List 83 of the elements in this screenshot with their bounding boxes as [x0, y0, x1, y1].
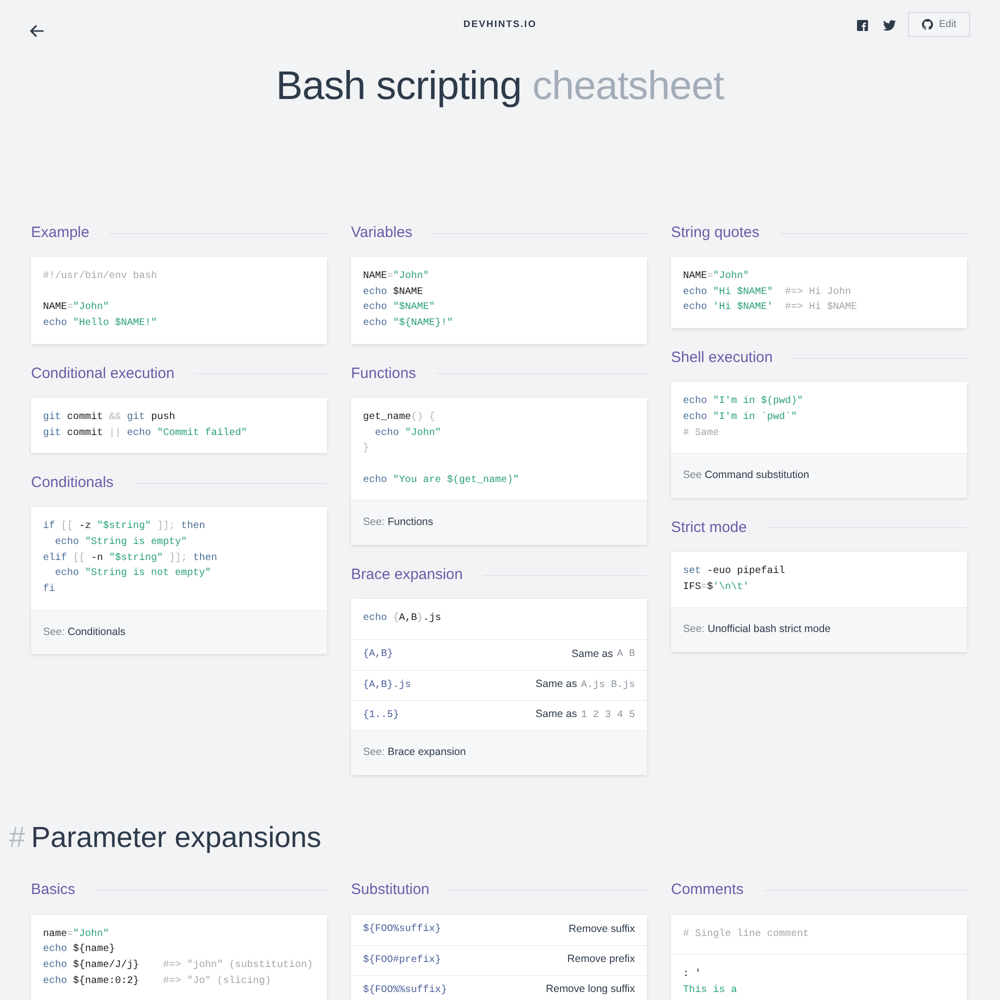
description-text: Remove long suffix [546, 982, 635, 998]
card-title: Example [31, 222, 90, 243]
card-title: Substitution [351, 880, 430, 900]
code-line: # Same [683, 426, 720, 441]
twitter-icon [883, 20, 896, 31]
code-snippet: ${FOO%suffix} [363, 922, 442, 938]
card-title: Shell execution [671, 348, 773, 368]
code-line: } [363, 442, 370, 456]
card-title: String quotes [671, 222, 760, 243]
description-text: Remove prefix [567, 952, 635, 968]
code-line: echo "$NAME" [363, 300, 436, 316]
code-line: echo "Hello $NAME!" [43, 316, 158, 332]
code-line: echo "${NAME}!" [363, 316, 454, 332]
code-line: # Single line comment [683, 928, 810, 942]
code-line: echo ${name:0:2} #=> "Jo" (slicing) [43, 974, 272, 989]
code-line: echo ${name/J/j} #=> "john" (substitution) [43, 958, 314, 973]
code-line: echo "I'm in $(pwd)" [683, 394, 804, 410]
edit-button[interactable]: Edit [908, 12, 970, 37]
code-snippet: {1..5} [363, 708, 400, 723]
code-line: echo "String is not empty" [54, 566, 212, 582]
page-title: Bash scripting [276, 64, 522, 108]
card-title: Conditionals [31, 472, 114, 493]
see-label: See: [683, 622, 705, 638]
code-line: git commit && git push [43, 410, 176, 425]
twitter-link[interactable] [883, 20, 896, 31]
code-snippet: {A,B} [363, 648, 394, 662]
code-line: This is a [683, 984, 738, 998]
card-title: Conditional execution [31, 364, 174, 384]
code-line: echo "You are $(get_name)" [363, 474, 520, 488]
github-icon [922, 19, 933, 30]
back-link[interactable] [29, 23, 46, 40]
code-line: echo "I'm in `pwd`" [683, 410, 798, 425]
see-label: See: [363, 515, 385, 530]
code-line: : ' [683, 968, 702, 982]
page-subtitle: cheatsheet [532, 64, 724, 108]
code-line: echo "John" [374, 426, 442, 441]
code-snippet: ${FOO%%suffix} [363, 984, 448, 998]
card-title: Basics [31, 880, 76, 900]
code-line: IFS=$'\n\t' [683, 580, 750, 595]
code-line: echo {A,B}.js [363, 612, 442, 626]
description-text: Same as [572, 646, 613, 662]
site-logo[interactable]: DEVHINTS.IO [463, 18, 537, 32]
code-line: echo ${name} [43, 942, 116, 958]
code-line: name="John" [43, 928, 110, 942]
see-label: See: [363, 744, 385, 760]
reference-link[interactable]: Conditionals [68, 624, 126, 640]
reference-link[interactable]: Brace expansion [388, 744, 466, 761]
section-heading: Parameter expansions [31, 820, 322, 856]
code-line: if [[ -z "$string" ]]; then [43, 520, 206, 534]
code-snippet: 1 2 3 4 5 [580, 708, 635, 723]
code-snippet: A B [616, 648, 635, 662]
code-line: NAME="John" [683, 270, 750, 284]
code-line: NAME="John" [363, 270, 430, 284]
code-snippet: A.js B.js [580, 678, 635, 693]
see-label: See [683, 468, 702, 484]
card-title: Strict mode [671, 518, 747, 538]
facebook-icon [857, 20, 868, 31]
code-line: NAME="John" [43, 300, 110, 316]
card-title: Comments [671, 880, 744, 900]
code-line: set -euo pipefail [683, 564, 786, 579]
card-title: Brace expansion [351, 564, 463, 585]
facebook-link[interactable] [857, 20, 868, 31]
code-line: echo "String is empty" [54, 536, 188, 550]
description-text: Remove suffix [568, 922, 635, 937]
code-line: echo $NAME [363, 286, 424, 300]
description-text: Same as [536, 677, 577, 692]
code-line: get_name() { [363, 410, 436, 425]
code-snippet: {A,B}.js [363, 678, 412, 693]
code-line: fi [43, 582, 56, 598]
description-text: Same as [536, 707, 577, 722]
reference-link[interactable]: Functions [388, 515, 434, 532]
reference-link[interactable]: Unofficial bash strict mode [708, 622, 831, 638]
reference-link[interactable]: Command substitution [704, 468, 810, 484]
code-line: git commit || echo "Commit failed" [43, 426, 248, 440]
code-line: elif [[ -n "$string" ]]; then [43, 552, 218, 566]
code-line: echo "Hi $NAME" #=> Hi John [683, 286, 852, 300]
code-line: #!/usr/bin/env bash [43, 270, 158, 284]
card-title: Variables [351, 222, 412, 243]
card-title: Functions [351, 364, 416, 384]
back-arrow-icon [29, 23, 45, 39]
code-snippet: ${FOO#prefix} [363, 954, 442, 968]
see-label: See: [43, 624, 65, 640]
code-line: echo 'Hi $NAME' #=> Hi $NAME [683, 300, 858, 316]
